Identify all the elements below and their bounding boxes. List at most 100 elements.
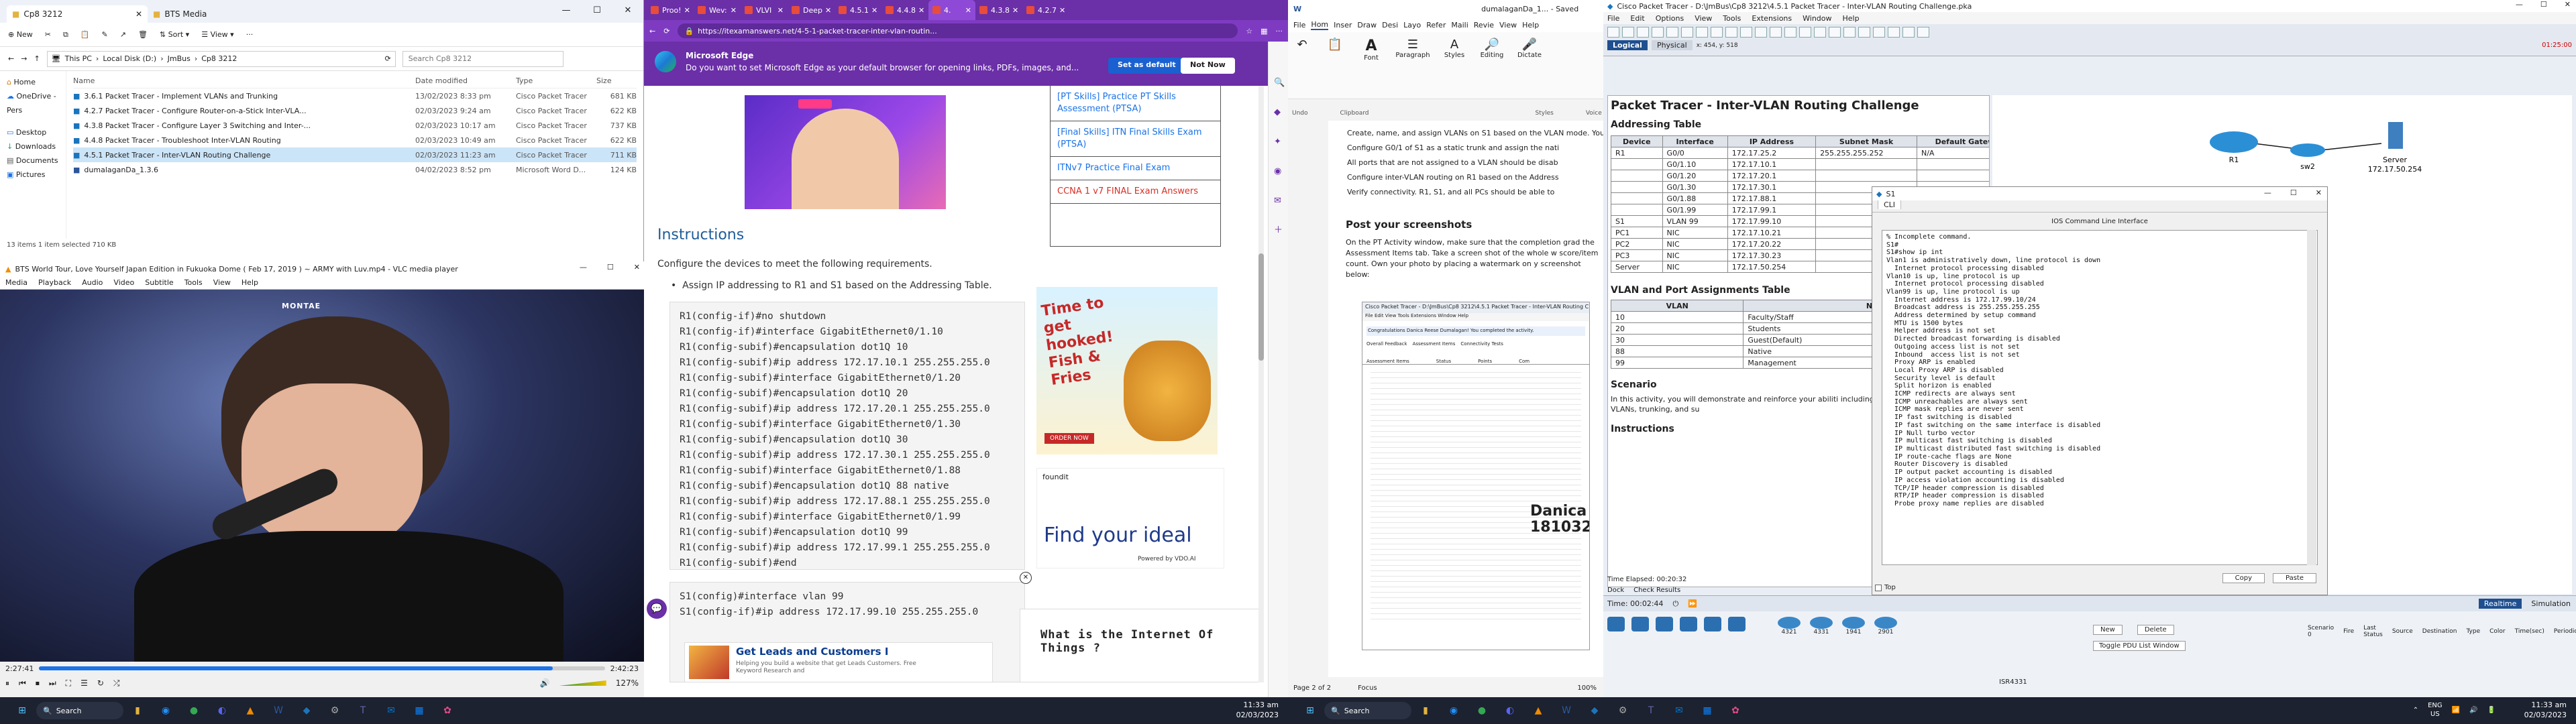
battery-icon[interactable]: 🔋	[2487, 706, 2496, 715]
hub-category-icon[interactable]	[1656, 617, 1673, 631]
cut-icon[interactable]: ✂	[45, 30, 51, 39]
fullscreen-icon[interactable]: ⛶	[66, 678, 71, 688]
undo-button[interactable]: ↶	[1292, 38, 1312, 93]
vlc-menu-item[interactable]: Subtitle	[145, 278, 173, 287]
pt-menu-item[interactable]: Window	[1803, 14, 1831, 23]
wifi-icon[interactable]: 📶	[2452, 706, 2460, 715]
pt-menu-item[interactable]: Help	[1843, 14, 1860, 23]
set-default-button[interactable]: Set as default	[1108, 58, 1185, 74]
tab-cp8[interactable]: ■ Cp8 3212 ✕	[7, 5, 148, 23]
file-explorer-icon[interactable]: ▮	[129, 702, 146, 719]
photos-icon[interactable]: ✿	[1727, 702, 1744, 719]
video-frame[interactable]: MONTAE	[0, 290, 644, 662]
chrome-icon[interactable]: ●	[185, 702, 203, 719]
browser-tab[interactable]: 4.3.8 ✕	[975, 0, 1022, 20]
vlc-menu-item[interactable]: Tools	[184, 278, 203, 287]
more-icon[interactable]: ···	[246, 30, 254, 39]
maximize-icon[interactable]: ☐	[2540, 0, 2547, 9]
close-icon[interactable]: ✕	[1010, 6, 1018, 15]
security-category-icon[interactable]	[1704, 617, 1721, 631]
discord-icon[interactable]: ◐	[213, 702, 231, 719]
nav-item-pictures[interactable]: ▣ Pictures	[7, 168, 66, 182]
dock-button[interactable]: Dock	[1607, 587, 1624, 594]
vlc-icon[interactable]: ▲	[1529, 702, 1547, 719]
open-icon[interactable]	[1622, 27, 1634, 38]
browser-tab[interactable]: Wev: ✕	[694, 0, 741, 20]
zoom-out-icon[interactable]	[1755, 27, 1767, 38]
pt-menu-item[interactable]: Options	[1656, 14, 1684, 23]
share-icon[interactable]: ↗	[120, 30, 126, 39]
mail-icon[interactable]: ✉	[382, 702, 400, 719]
pdu-simple-icon[interactable]	[1902, 27, 1915, 38]
word-menu-item[interactable]: Maili	[1451, 21, 1468, 29]
chat-icon[interactable]: 💬	[647, 599, 667, 619]
clock-date[interactable]: 02/03/2023	[1236, 710, 1279, 720]
logical-tab[interactable]: Logical	[1607, 40, 1648, 50]
pt-menu-item[interactable]: Extensions	[1752, 14, 1792, 23]
teams-icon[interactable]: T	[354, 702, 372, 719]
settings-icon[interactable]: ⚙	[1614, 702, 1631, 719]
vlc-menu-item[interactable]: View	[213, 278, 231, 287]
delete-icon[interactable]	[1843, 27, 1856, 38]
close-icon[interactable]: ✕	[869, 6, 877, 15]
undo-icon[interactable]	[1711, 27, 1723, 38]
paragraph-button[interactable]: ☰ Paragraph	[1394, 38, 1432, 93]
physical-tab[interactable]: Physical	[1651, 40, 1693, 50]
crumb-this-pc[interactable]: This PC	[65, 54, 92, 63]
zoom-level[interactable]: 100%	[1577, 684, 1597, 692]
cloud-device[interactable]	[2210, 131, 2258, 153]
word-menu-item[interactable]: Refer	[1426, 21, 1446, 29]
speaker-icon[interactable]: 🔊	[540, 678, 550, 688]
file-row[interactable]: ■ 4.3.8 Packet Tracer - Configure Layer 3…	[73, 118, 637, 133]
loop-icon[interactable]: ↻	[97, 678, 104, 688]
simulation-mode[interactable]: Simulation	[2531, 599, 2571, 608]
pt-menu-item[interactable]: Tools	[1723, 14, 1741, 23]
power-cycle-icon[interactable]: ⏻	[1673, 599, 1679, 609]
edge-icon[interactable]: ◉	[157, 702, 174, 719]
file-row[interactable]: ■ 4.4.8 Packet Tracer - Troubleshoot Inte…	[73, 133, 637, 147]
copy-icon[interactable]: ⧉	[63, 30, 68, 40]
zoom-in-icon[interactable]	[1740, 27, 1752, 38]
lang-label[interactable]: ENG	[2428, 701, 2443, 710]
word-menu-item[interactable]: Draw	[1357, 21, 1377, 29]
close-icon[interactable]: ✕	[2316, 188, 2322, 197]
nav-item-desktop[interactable]: ▭ Desktop	[7, 125, 66, 139]
inspect-icon[interactable]	[1829, 27, 1841, 38]
router-category-icon[interactable]	[1607, 617, 1625, 631]
refresh-icon[interactable]: ⟳	[663, 27, 669, 36]
photos-icon[interactable]: ✿	[439, 702, 456, 719]
close-icon[interactable]: ✕	[822, 6, 831, 15]
cli-console[interactable]: % Incomplete command. S1# S1#show ip int Vl…	[1882, 230, 2318, 565]
device-model[interactable]: 2901	[1874, 617, 1897, 636]
word-menu-item[interactable]: Help	[1522, 21, 1539, 29]
wireless-category-icon[interactable]	[1680, 617, 1697, 631]
crumb-cp8[interactable]: Cp8 3212	[201, 54, 237, 63]
store-icon[interactable]: ▦	[1699, 702, 1716, 719]
realtime-mode[interactable]: Realtime	[2478, 599, 2522, 609]
menu-icon[interactable]: ···	[1276, 27, 1283, 36]
ad1-order-button[interactable]: ORDER NOW	[1044, 433, 1094, 444]
browser-tab[interactable]: Deep ✕	[788, 0, 835, 20]
close-icon[interactable]: ✕	[634, 263, 640, 272]
device-model[interactable]: 4331	[1810, 617, 1833, 636]
save-icon[interactable]	[1637, 27, 1649, 38]
settings-icon[interactable]: ⚙	[326, 702, 343, 719]
browser-tab[interactable]: 4.2.7 ✕	[1022, 0, 1069, 20]
outlook-icon[interactable]: ✉	[1274, 186, 1283, 216]
up-icon[interactable]: ↑	[34, 54, 40, 63]
file-row[interactable]: ■ 4.2.7 Packet Tracer - Configure Router-…	[73, 103, 637, 118]
page-scrollbar[interactable]	[1258, 86, 1264, 682]
store-icon[interactable]: ▦	[411, 702, 428, 719]
related-link[interactable]: [Final Skills] ITN Final Skills Exam (PT…	[1051, 121, 1220, 157]
browser-tab[interactable]: Proo! ✕	[647, 0, 694, 20]
switch-category-icon[interactable]	[1631, 617, 1649, 631]
vlc-menu-item[interactable]: Video	[113, 278, 134, 287]
close-icon[interactable]: ✕	[612, 0, 643, 20]
styles-button[interactable]: A Styles	[1441, 38, 1468, 93]
volume-slider[interactable]	[559, 680, 606, 686]
close-icon[interactable]: ✕	[916, 6, 924, 15]
close-icon[interactable]: ✕	[775, 6, 784, 15]
check-results-button[interactable]: Check Results	[1633, 587, 1680, 594]
new-pdu-button[interactable]: New	[2093, 625, 2123, 635]
file-row[interactable]: ■ dumalaganDa_1.3.6 04/02/2023 8:52 pm Micr…	[73, 162, 637, 177]
